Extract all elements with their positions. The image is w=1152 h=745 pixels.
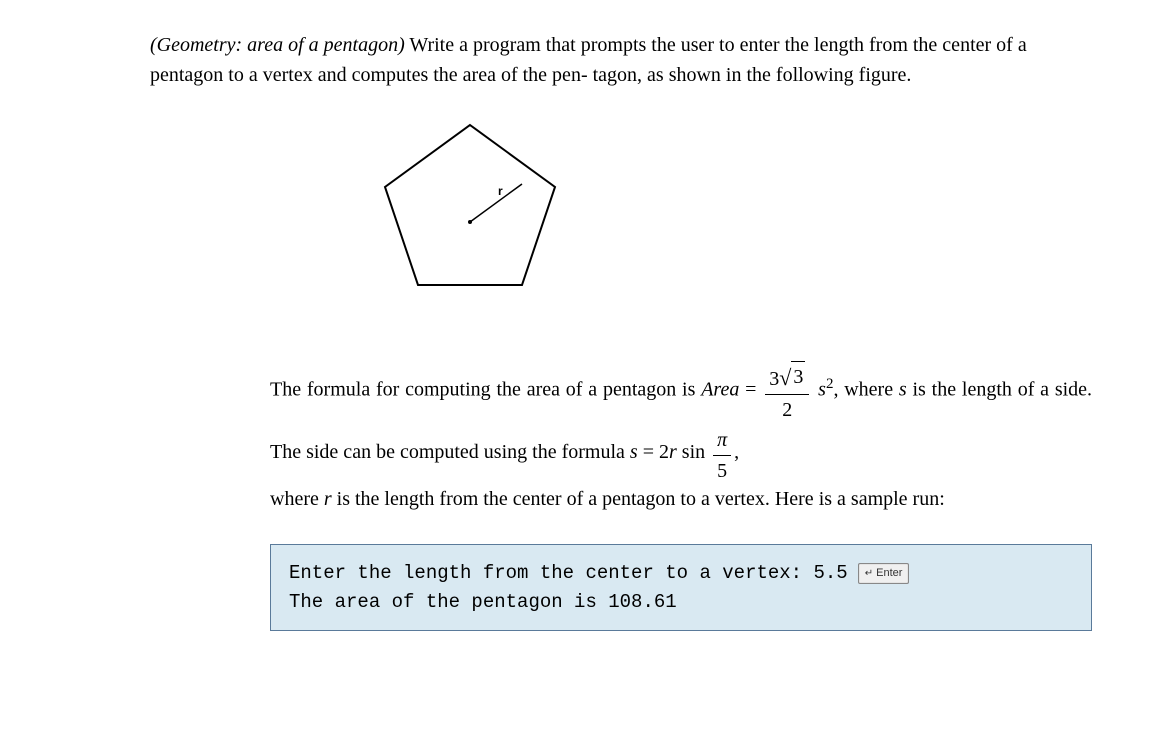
problem-statement: (Geometry: area of a pentagon) Write a p… — [150, 30, 1092, 90]
sample-run-line-1: Enter the length from the center to a ve… — [289, 559, 1073, 588]
s-var: s — [818, 379, 826, 401]
frac1-top-a: 3 — [769, 368, 779, 390]
enter-key-badge: Enter — [858, 563, 910, 584]
comma: , — [734, 441, 739, 463]
radius-label: r — [498, 184, 503, 198]
formula-part3: is — [907, 379, 926, 401]
sample-prompt: Enter the length from the center to a ve… — [289, 562, 814, 584]
sample-run-box: Enter the length from the center to a ve… — [270, 544, 1092, 631]
pentagon-svg: r — [370, 110, 570, 310]
pentagon-figure: r — [370, 110, 1092, 319]
equals-2: = 2 — [638, 441, 669, 463]
problem-title: (Geometry: area of a pentagon) — [150, 34, 405, 56]
r-var-2: r — [324, 488, 332, 510]
sin-word: sin — [677, 441, 710, 463]
fraction-2: π 5 — [713, 425, 731, 486]
frac1-sqrt-content: 3 — [791, 361, 805, 392]
frac2-bottom: 5 — [713, 456, 731, 486]
sample-run-line-2: The area of the pentagon is 108.61 — [289, 588, 1073, 617]
frac1-bottom: 2 — [778, 395, 796, 425]
area-var: Area — [701, 379, 739, 401]
sample-input: 5.5 — [814, 562, 848, 584]
frac2-top: π — [713, 425, 731, 456]
s-var-3: s — [630, 441, 638, 463]
formula-intro: The formula for computing the area of a … — [270, 379, 701, 401]
formula-text: The formula for computing the area of a … — [270, 359, 1092, 514]
s-var-2: s — [899, 379, 907, 401]
equals-1: = — [745, 379, 762, 401]
formula-part2: , where — [833, 379, 898, 401]
fraction-1: 3√3 2 — [765, 361, 809, 425]
formula-line3-part1: where — [270, 488, 324, 510]
r-var: r — [669, 441, 677, 463]
formula-line3-part2: is the length from the center of a penta… — [332, 488, 945, 510]
